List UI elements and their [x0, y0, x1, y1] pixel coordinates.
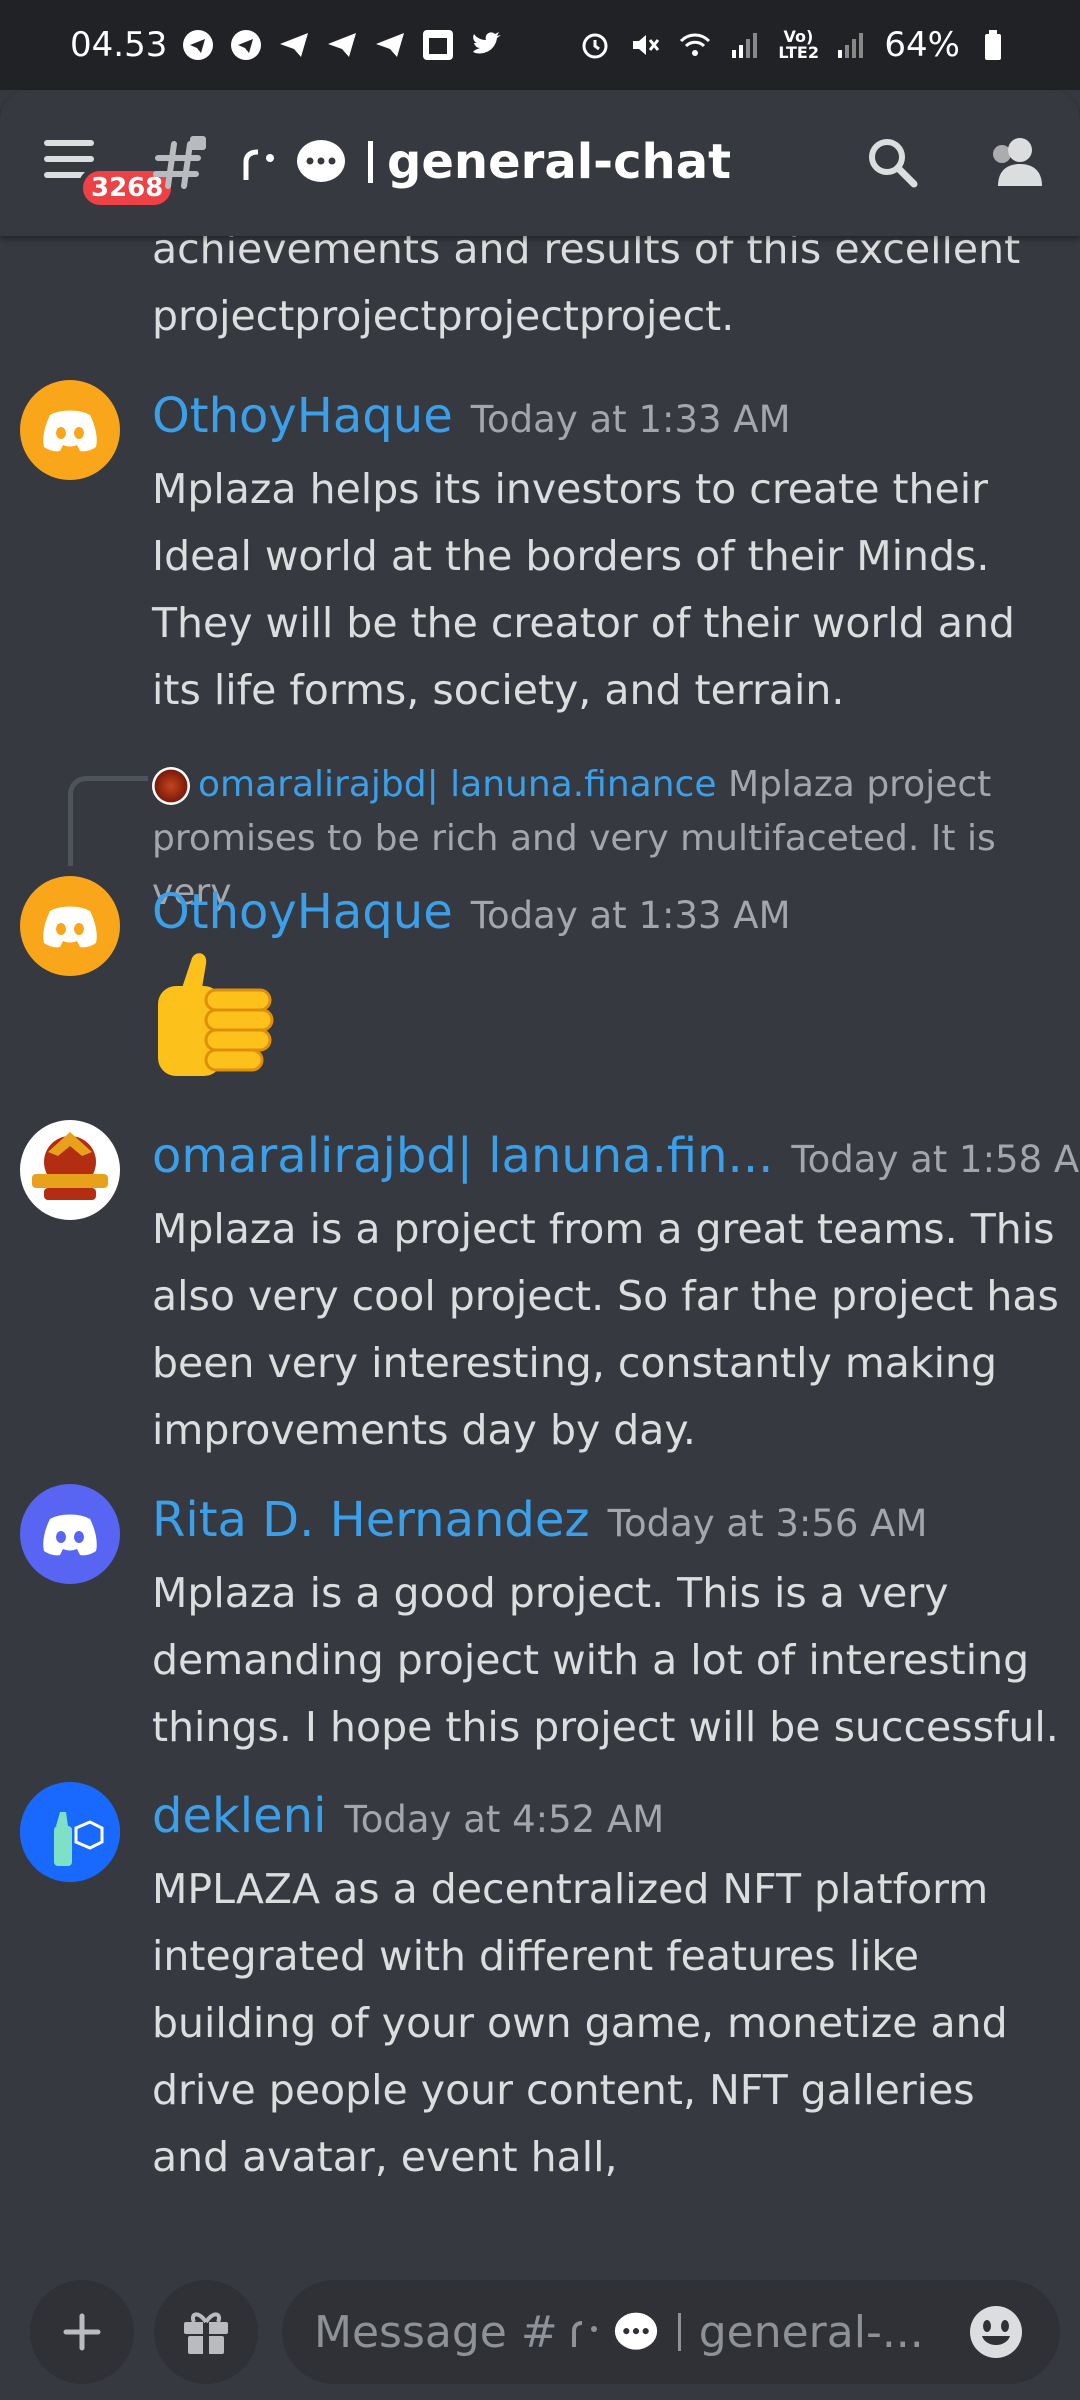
gift-button[interactable] [154, 2280, 258, 2384]
status-bar: 04.53 Vo) LTE2 64% [0, 0, 1080, 90]
speech-bubble-icon [297, 140, 345, 182]
message-timestamp: Today at 1:58 AM [791, 1138, 1080, 1181]
message-timestamp: Today at 1:33 AM [470, 398, 791, 441]
search-icon[interactable] [860, 130, 924, 194]
channel-emoji-icons [240, 137, 373, 187]
battery-icon [976, 28, 1010, 62]
channel-emoji-icon [571, 2321, 597, 2347]
discord-logo-icon [43, 410, 97, 452]
message-input[interactable]: Message # general-... [282, 2280, 1060, 2384]
network-type: Vo) LTE2 [778, 27, 819, 62]
status-time: 04.53 [70, 25, 168, 65]
signal-icon [728, 28, 762, 62]
message-text: Mplaza is a project from a great teams. … [152, 1205, 1059, 1454]
message-timestamp: Today at 1:33 AM [470, 894, 791, 937]
app-icon [421, 28, 455, 62]
battery-percent: 64% [884, 25, 960, 65]
message-author[interactable]: omaralirajbd| lanuna.fin... [152, 1128, 773, 1184]
send-icon [277, 28, 311, 62]
telegram-icon [181, 28, 215, 62]
members-icon[interactable] [982, 130, 1046, 194]
send-icon [373, 28, 407, 62]
send-icon [325, 28, 359, 62]
wifi-icon [678, 28, 712, 62]
reply-author: omaralirajbd| lanuna.finance [198, 764, 717, 805]
emoji-picker-icon[interactable] [966, 2302, 1026, 2362]
signal-icon [834, 28, 868, 62]
avatar[interactable] [20, 380, 120, 480]
mute-icon [628, 28, 662, 62]
message-timestamp: Today at 4:52 AM [344, 1798, 665, 1841]
message-composer: Message # general-... [0, 2256, 1080, 2400]
thumbs-up-emoji-icon [158, 953, 274, 1076]
gift-icon [184, 2312, 228, 2354]
alarm-icon [578, 28, 612, 62]
avatar[interactable] [20, 1782, 120, 1882]
reply-connector [68, 776, 148, 866]
message-author[interactable]: Rita D. Hernandez [152, 1492, 590, 1548]
avatar[interactable] [20, 876, 120, 976]
message-author[interactable]: OthoyHaque [152, 884, 453, 940]
message-text: Mplaza helps its investors to create the… [152, 465, 1015, 714]
twitter-icon [469, 28, 503, 62]
message-text: Mplaza is a good project. This is a very… [152, 1569, 1059, 1751]
message-input-placeholder: Message # [314, 2306, 558, 2358]
telegram-icon [229, 28, 263, 62]
message-timestamp: Today at 3:56 AM [607, 1502, 928, 1545]
discord-logo-icon [43, 1514, 97, 1556]
message-input-channel: general-... [698, 2306, 924, 2358]
plus-icon [63, 2313, 101, 2351]
message-text-fragment: achievements and results of this excelle… [152, 236, 1021, 340]
lanuna-finance-logo [32, 1132, 108, 1200]
message-list[interactable]: achievements and results of this excelle… [0, 236, 1080, 2256]
avatar[interactable] [20, 1484, 120, 1584]
channel-header: 3268 general-chat [0, 90, 1080, 236]
speech-bubble-icon [614, 2312, 657, 2350]
message-author[interactable]: OthoyHaque [152, 388, 453, 444]
discord-logo-icon [43, 906, 97, 948]
reply-avatar [152, 767, 190, 805]
attach-button[interactable] [30, 2280, 134, 2384]
channel-hash-icon [153, 136, 206, 189]
message-author[interactable]: dekleni [152, 1788, 326, 1844]
channel-name: general-chat [387, 134, 732, 190]
avatar[interactable] [20, 1120, 120, 1220]
fantom-logo [20, 1782, 120, 1882]
message-text: MPLAZA as a decentralized NFT platform i… [152, 1865, 1008, 2181]
